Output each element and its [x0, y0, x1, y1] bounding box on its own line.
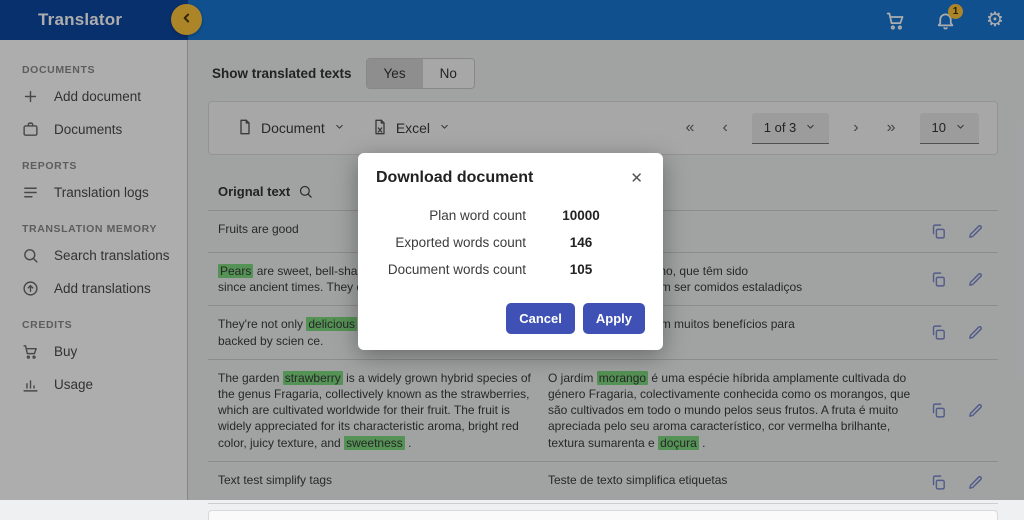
modal-actions: Cancel Apply: [376, 303, 645, 334]
download-document-modal: Download document ✕ Plan word count 1000…: [358, 153, 663, 350]
word-count-row: Document words count 105: [376, 256, 645, 283]
apply-button[interactable]: Apply: [583, 303, 645, 334]
word-count-label: Plan word count: [376, 208, 526, 223]
word-count-row: Exported words count 146: [376, 229, 645, 256]
word-count-row: Plan word count 10000: [376, 202, 645, 229]
word-count-label: Exported words count: [376, 235, 526, 250]
word-count-value: 105: [526, 262, 636, 277]
word-count-label: Document words count: [376, 262, 526, 277]
modal-title: Download document: [376, 169, 533, 187]
word-count-rows: Plan word count 10000 Exported words cou…: [376, 202, 645, 283]
modal-header: Download document ✕: [376, 169, 645, 188]
close-icon[interactable]: ✕: [628, 169, 645, 188]
next-section-card-edge: [208, 510, 998, 520]
word-count-value: 146: [526, 235, 636, 250]
word-count-value: 10000: [526, 208, 636, 223]
cancel-button[interactable]: Cancel: [506, 303, 575, 334]
